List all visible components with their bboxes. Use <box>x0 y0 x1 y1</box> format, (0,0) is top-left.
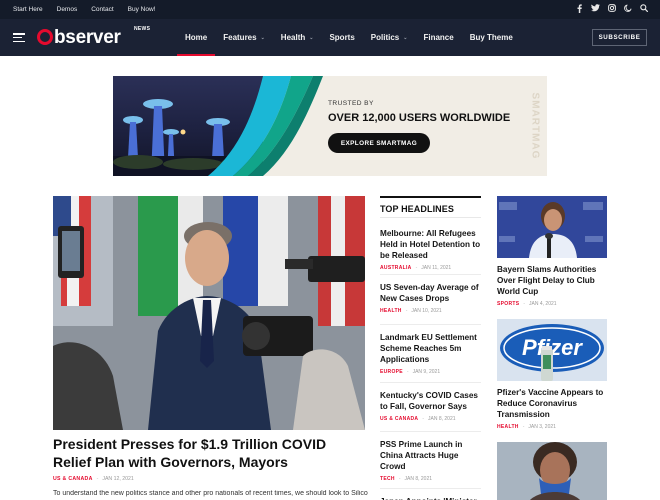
main-navigation: bserver NEWS Home Features ⌄ Health ⌄ Sports P… <box>0 19 660 56</box>
nav-item-sports[interactable]: Sports <box>321 19 362 56</box>
headline-title[interactable]: Japan Appoints 'Minister of <box>380 496 481 500</box>
hero-category[interactable]: US & CANADA <box>53 476 93 482</box>
top-headlines: TOP HEADLINES Melbourne: All Refugees He… <box>380 196 481 500</box>
headline-date: JAN 8, 2021 <box>427 416 456 422</box>
top-link-buy-now[interactable]: Buy Now! <box>128 6 156 13</box>
headline-title[interactable]: Landmark EU Settlement Scheme Reaches 5m… <box>380 332 481 365</box>
headline-title[interactable]: Melbourne: All Refugees Held in Hotel De… <box>380 228 481 261</box>
headline-category[interactable]: HEALTH <box>380 308 402 314</box>
instagram-icon[interactable] <box>607 4 616 14</box>
headline-date: JAN 10, 2021 <box>411 308 442 314</box>
side-post-2-date: JAN 3, 2021 <box>528 424 556 430</box>
nav-item-label: Sports <box>329 33 355 42</box>
side-post-1: Bayern Slams Authorities Over Flight Del… <box>497 196 607 307</box>
nav-item-politics[interactable]: Politics ⌄ <box>363 19 416 56</box>
nav-item-label: Buy Theme <box>469 33 513 42</box>
headline-meta: US & CANADA - JAN 8, 2021 <box>380 416 456 422</box>
side-post-2: Pfizer Pfizer's Vaccine Appears to Reduc… <box>497 319 607 430</box>
top-bar: Start Here Demos Contact Buy Now! <box>0 0 660 19</box>
side-post-2-category[interactable]: HEALTH <box>497 424 519 430</box>
headline-divider <box>380 488 481 489</box>
headline-date: JAN 8, 2021 <box>404 476 433 482</box>
side-post-1-image[interactable] <box>497 196 607 258</box>
side-post-1-meta: SPORTS - JAN 4, 2021 <box>497 301 557 307</box>
twitter-icon[interactable] <box>591 4 600 14</box>
headline-item: US Seven-day Average of New Cases Drops H… <box>380 282 481 325</box>
headline-item: Melbourne: All Refugees Held in Hotel De… <box>380 228 481 275</box>
top-link-start-here[interactable]: Start Here <box>13 6 43 13</box>
headline-category[interactable]: TECH <box>380 476 395 482</box>
chevron-down-icon: ⌄ <box>309 34 314 41</box>
nav-item-health[interactable]: Health ⌄ <box>273 19 322 56</box>
nav-item-features[interactable]: Features ⌄ <box>215 19 273 56</box>
facebook-icon[interactable] <box>575 4 584 14</box>
nav-item-label: Home <box>185 33 208 42</box>
hamburger-menu-icon[interactable] <box>13 33 25 43</box>
top-link-contact[interactable]: Contact <box>91 6 113 13</box>
headline-meta: EUROPE - JAN 9, 2021 <box>380 369 441 375</box>
nav-item-finance[interactable]: Finance <box>415 19 461 56</box>
side-post-1-category[interactable]: SPORTS <box>497 301 519 307</box>
hero-excerpt: To understand the new politics stance an… <box>53 490 368 497</box>
headline-divider <box>380 431 481 432</box>
dark-mode-icon[interactable] <box>623 4 632 14</box>
side-post-2-title[interactable]: Pfizer's Vaccine Appears to Reduce Coron… <box>497 387 607 420</box>
nav-item-buy-theme[interactable]: Buy Theme <box>462 19 521 56</box>
top-link-demos[interactable]: Demos <box>57 6 78 13</box>
nav-menu: Home Features ⌄ Health ⌄ Sports Politics ⌄ Finan… <box>177 19 521 56</box>
headline-category[interactable]: US & CANADA <box>380 416 418 422</box>
ad-headline: OVER 12,000 USERS WORLDWIDE <box>328 112 511 124</box>
headline-item: PSS Prime Launch in China Attracts Huge … <box>380 439 481 489</box>
side-post-2-meta: HEALTH - JAN 3, 2021 <box>497 424 556 430</box>
headline-divider <box>380 382 481 383</box>
logo-text: bserver <box>54 27 121 48</box>
headline-divider <box>380 324 481 325</box>
headline-date: JAN 9, 2021 <box>412 369 441 375</box>
headline-category[interactable]: AUSTRALIA <box>380 265 412 271</box>
hero-meta: US & CANADA - JAN 12, 2021 <box>53 476 134 482</box>
top-icons <box>575 4 648 14</box>
ad-trusted-label: TRUSTED BY <box>328 100 374 107</box>
headline-category[interactable]: EUROPE <box>380 369 403 375</box>
headline-meta: AUSTRALIA - JAN 11, 2021 <box>380 265 452 271</box>
headline-meta: TECH - JAN 8, 2021 <box>380 476 433 482</box>
headline-item: Japan Appoints 'Minister of <box>380 496 481 500</box>
headline-title[interactable]: PSS Prime Launch in China Attracts Huge … <box>380 439 481 472</box>
headline-item: Landmark EU Settlement Scheme Reaches 5m… <box>380 332 481 383</box>
nav-item-home[interactable]: Home <box>177 19 216 56</box>
nav-item-label: Finance <box>423 33 454 42</box>
search-icon[interactable] <box>639 4 648 14</box>
ad-swoosh-graphic <box>208 76 323 176</box>
ad-vertical-text: SMARTMAG <box>529 92 541 160</box>
nav-item-label: Features <box>223 33 257 42</box>
side-post-2-image[interactable]: Pfizer <box>497 319 607 381</box>
side-post-1-date: JAN 4, 2021 <box>529 301 557 307</box>
chevron-down-icon: ⌄ <box>260 34 265 41</box>
hero-title[interactable]: President Presses for $1.9 Trillion COVI… <box>53 435 365 471</box>
logo-tag: NEWS <box>134 26 151 32</box>
headline-item: Kentucky's COVID Cases to Fall, Governor… <box>380 390 481 432</box>
headline-meta: HEALTH - JAN 10, 2021 <box>380 308 442 314</box>
side-post-3-image[interactable] <box>497 442 607 500</box>
top-links: Start Here Demos Contact Buy Now! <box>13 6 155 13</box>
subscribe-button[interactable]: SUBSCRIBE <box>592 29 647 46</box>
nav-item-label: Politics <box>370 33 400 42</box>
headline-title[interactable]: US Seven-day Average of New Cases Drops <box>380 282 481 304</box>
nav-item-label: Health <box>280 33 306 42</box>
ad-banner[interactable]: TRUSTED BY OVER 12,000 USERS WORLDWIDE E… <box>113 76 547 176</box>
ad-vertical-brand: SMARTMAG <box>523 76 547 176</box>
top-headlines-heading: TOP HEADLINES <box>380 196 481 218</box>
headline-divider <box>380 274 481 275</box>
chevron-down-icon: ⌄ <box>403 34 408 41</box>
explore-smartmag-button[interactable]: EXPLORE SMARTMAG <box>328 133 430 153</box>
hero-date: JAN 12, 2021 <box>102 476 134 482</box>
headline-date: JAN 11, 2021 <box>421 265 452 271</box>
side-post-1-title[interactable]: Bayern Slams Authorities Over Flight Del… <box>497 264 607 297</box>
side-post-3 <box>497 442 607 500</box>
hero-image[interactable] <box>53 196 365 430</box>
headline-title[interactable]: Kentucky's COVID Cases to Fall, Governor… <box>380 390 481 412</box>
